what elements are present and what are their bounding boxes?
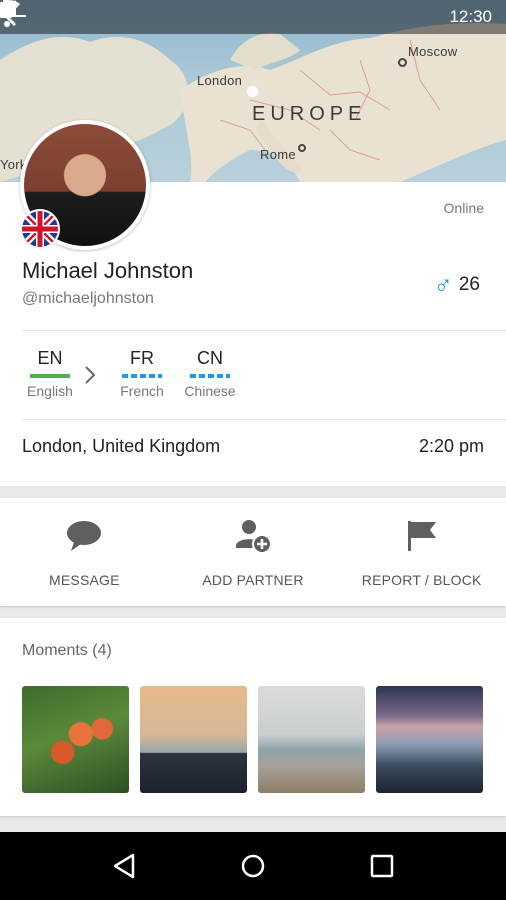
london-marker: [247, 86, 258, 97]
system-nav-bar: [0, 832, 506, 900]
report-block-label: REPORT / BLOCK: [361, 572, 482, 588]
moscow-marker: [398, 58, 407, 67]
nav-back-icon[interactable]: [104, 846, 144, 886]
language-learning-cn: CN Chinese: [182, 348, 238, 399]
age-value: 26: [458, 274, 480, 295]
message-label: MESSAGE: [49, 572, 120, 588]
add-partner-button[interactable]: ADD PARTNER: [169, 498, 338, 606]
language-code: EN: [37, 348, 63, 368]
moments-title: Moments (4): [22, 642, 112, 659]
add-person-icon: [233, 518, 273, 554]
map-label-london: London: [197, 73, 243, 88]
male-gender-icon: ♂: [433, 270, 453, 300]
local-time: 2:20 pm: [418, 436, 484, 456]
language-list: EN English FR French CN Chinese: [22, 348, 250, 399]
divider: [22, 330, 506, 331]
language-name: English: [27, 383, 73, 399]
moment-thumbnail[interactable]: [258, 686, 365, 793]
moment-thumbnail[interactable]: [376, 686, 483, 793]
language-name: French: [120, 383, 164, 399]
language-level-bar: [190, 374, 230, 378]
language-level-bar: [30, 374, 70, 378]
status-bar: 12:30: [0, 0, 506, 34]
uk-flag-icon: [20, 209, 60, 249]
more-options-icon[interactable]: [0, 0, 14, 28]
report-block-button[interactable]: REPORT / BLOCK: [337, 498, 506, 606]
moments-gallery: [22, 686, 483, 793]
chevron-right-icon: [84, 348, 104, 390]
rome-marker: [298, 144, 306, 152]
actions-card: MESSAGE ADD PARTNER REPORT / BLOCK: [0, 498, 506, 606]
map-label-rome: Rome: [260, 147, 296, 162]
divider: [22, 419, 506, 420]
status-time: 12:30: [449, 7, 492, 26]
language-learning-fr: FR French: [114, 348, 170, 399]
chat-bubble-icon: [64, 518, 104, 554]
language-code: FR: [130, 348, 154, 368]
language-name: Chinese: [184, 383, 236, 399]
moment-thumbnail[interactable]: [22, 686, 129, 793]
language-code: CN: [197, 348, 223, 368]
moment-thumbnail[interactable]: [140, 686, 247, 793]
message-button[interactable]: MESSAGE: [0, 498, 169, 606]
gender-age: ♂ 26: [433, 272, 480, 298]
online-status: Online: [443, 200, 484, 216]
moments-card: Moments (4): [0, 618, 506, 816]
nav-home-icon[interactable]: [233, 846, 273, 886]
add-partner-label: ADD PARTNER: [202, 572, 304, 588]
language-level-bar: [122, 374, 162, 378]
map-label-europe: EUROPE: [252, 103, 367, 125]
flag-icon: [402, 518, 442, 554]
nav-recents-icon[interactable]: [362, 846, 402, 886]
location-text: London, United Kingdom: [22, 436, 221, 456]
language-native-en: EN English: [22, 348, 78, 399]
profile-name: Michael Johnston: [22, 258, 194, 283]
map-label-moscow: Moscow: [408, 44, 458, 59]
profile-handle: @michaeljohnston: [22, 290, 154, 307]
